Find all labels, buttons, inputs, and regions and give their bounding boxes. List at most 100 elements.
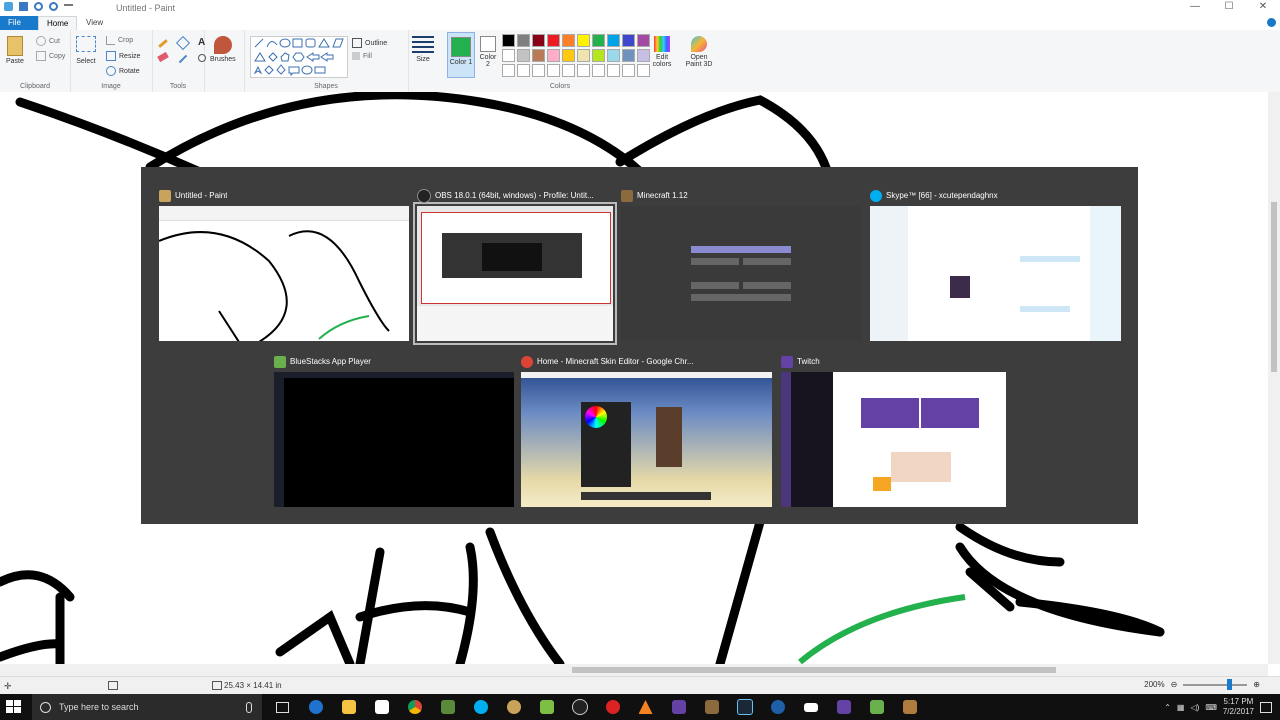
bluestacks-icon[interactable] bbox=[530, 694, 563, 720]
switcher-item-paint[interactable]: Untitled - Paint bbox=[159, 190, 409, 341]
minimize-button[interactable]: — bbox=[1178, 0, 1212, 16]
windows-start-icon[interactable] bbox=[6, 700, 22, 714]
palette-swatch[interactable] bbox=[502, 49, 515, 62]
minecraft-taskbar-icon[interactable] bbox=[893, 694, 926, 720]
brushes-button[interactable]: Brushes bbox=[210, 36, 236, 63]
palette-swatch[interactable] bbox=[547, 64, 560, 77]
palette-swatch[interactable] bbox=[532, 34, 545, 47]
color-picker-icon[interactable] bbox=[178, 54, 188, 64]
palette-swatch[interactable] bbox=[562, 64, 575, 77]
redo-icon[interactable] bbox=[49, 2, 58, 11]
palette-swatch[interactable] bbox=[607, 64, 620, 77]
vertical-scrollbar[interactable] bbox=[1268, 92, 1280, 664]
palette-swatch[interactable] bbox=[577, 34, 590, 47]
task-view-icon[interactable] bbox=[266, 694, 299, 720]
pencil-icon[interactable] bbox=[158, 39, 168, 48]
select-button[interactable]: Select bbox=[76, 36, 96, 65]
cut-button[interactable]: Cut bbox=[36, 36, 60, 46]
switcher-item-obs[interactable]: OBS 18.0.1 (64bit, windows) - Profile: U… bbox=[413, 189, 617, 345]
switcher-item-twitch[interactable]: Twitch bbox=[781, 356, 1006, 507]
twitch-app-taskbar-icon[interactable] bbox=[827, 694, 860, 720]
store-icon[interactable] bbox=[365, 694, 398, 720]
palette-swatch[interactable] bbox=[607, 49, 620, 62]
palette-swatch[interactable] bbox=[592, 34, 605, 47]
palette-swatch[interactable] bbox=[547, 49, 560, 62]
chrome-icon[interactable] bbox=[398, 694, 431, 720]
palette-swatch[interactable] bbox=[622, 64, 635, 77]
palette-swatch[interactable] bbox=[577, 49, 590, 62]
palette-swatch[interactable] bbox=[577, 64, 590, 77]
size-button[interactable]: Size bbox=[412, 36, 434, 63]
record-icon[interactable] bbox=[596, 694, 629, 720]
palette-swatch[interactable] bbox=[532, 49, 545, 62]
network-icon[interactable]: ▦ bbox=[1177, 703, 1185, 712]
paint-icon[interactable] bbox=[497, 694, 530, 720]
tab-home[interactable]: Home bbox=[38, 16, 78, 30]
palette-swatch[interactable] bbox=[622, 49, 635, 62]
eraser-icon[interactable] bbox=[157, 51, 169, 63]
zoom-slider[interactable] bbox=[1183, 678, 1248, 690]
palette-swatch[interactable] bbox=[502, 34, 515, 47]
tab-view[interactable]: View bbox=[78, 16, 111, 30]
palette-swatch[interactable] bbox=[637, 34, 650, 47]
help-icon[interactable] bbox=[1267, 18, 1276, 27]
minecraft-icon[interactable] bbox=[431, 694, 464, 720]
resize-button[interactable]: Resize bbox=[106, 51, 140, 61]
obs-icon[interactable] bbox=[563, 694, 596, 720]
switcher-item-skype[interactable]: Skype™ [66] - xcutependaghnx bbox=[870, 190, 1121, 341]
palette-swatch[interactable] bbox=[502, 64, 515, 77]
copy-button[interactable]: Copy bbox=[36, 51, 65, 61]
outline-dropdown[interactable]: Outline bbox=[352, 38, 387, 48]
tab-file[interactable]: File bbox=[0, 16, 38, 30]
clock[interactable]: 5:17 PM 7/2/2017 bbox=[1223, 697, 1254, 717]
maximize-button[interactable]: ☐ bbox=[1212, 0, 1246, 16]
palette-swatch[interactable] bbox=[562, 49, 575, 62]
palette-swatch[interactable] bbox=[622, 34, 635, 47]
switcher-item-chrome[interactable]: Home - Minecraft Skin Editor - Google Ch… bbox=[521, 356, 772, 507]
undo-icon[interactable] bbox=[34, 2, 43, 11]
palette-swatch[interactable] bbox=[547, 34, 560, 47]
palette-swatch[interactable] bbox=[592, 64, 605, 77]
color2-button[interactable]: Color 2 bbox=[477, 36, 499, 68]
palette-swatch[interactable] bbox=[592, 49, 605, 62]
edit-colors-button[interactable]: Edit colors bbox=[650, 36, 674, 68]
zoom-slider-thumb[interactable] bbox=[1227, 678, 1233, 690]
horizontal-scroll-thumb[interactable] bbox=[572, 667, 1056, 673]
steam-icon[interactable] bbox=[728, 694, 761, 720]
taskbar-search-box[interactable]: Type here to search bbox=[32, 694, 262, 720]
close-button[interactable]: ✕ bbox=[1246, 0, 1280, 16]
paste-button[interactable]: Paste bbox=[6, 36, 24, 65]
vlc-icon[interactable] bbox=[629, 694, 662, 720]
customize-toolbar-icon[interactable] bbox=[64, 4, 73, 9]
palette-swatch[interactable] bbox=[637, 64, 650, 77]
bluestacks-taskbar-icon[interactable] bbox=[860, 694, 893, 720]
palette-swatch[interactable] bbox=[532, 64, 545, 77]
crop-button[interactable]: Crop bbox=[106, 36, 133, 45]
input-language-icon[interactable]: ⌨ bbox=[1205, 703, 1217, 712]
palette-swatch[interactable] bbox=[517, 49, 530, 62]
palette-swatch[interactable] bbox=[562, 34, 575, 47]
skype-icon[interactable] bbox=[464, 694, 497, 720]
save-icon[interactable] bbox=[19, 2, 28, 11]
open-paint3d-button[interactable]: Open Paint 3D bbox=[684, 36, 714, 68]
shapes-gallery[interactable] bbox=[250, 36, 348, 78]
file-explorer-icon[interactable] bbox=[332, 694, 365, 720]
volume-icon[interactable]: ◁) bbox=[1190, 703, 1199, 712]
zoom-out-button[interactable]: ⊖ bbox=[1171, 680, 1178, 689]
microphone-icon[interactable] bbox=[246, 701, 252, 713]
horizontal-scrollbar[interactable] bbox=[0, 664, 1268, 676]
vertical-scroll-thumb[interactable] bbox=[1271, 202, 1277, 372]
mail-icon[interactable] bbox=[794, 694, 827, 720]
switcher-item-minecraft[interactable]: Minecraft 1.12 bbox=[621, 190, 861, 341]
fill-bucket-icon[interactable] bbox=[175, 35, 191, 51]
color1-button[interactable]: Color 1 bbox=[447, 32, 475, 78]
switcher-item-bluestacks[interactable]: BlueStacks App Player bbox=[274, 356, 514, 507]
minecraft-launcher-icon[interactable] bbox=[695, 694, 728, 720]
palette-swatch[interactable] bbox=[607, 34, 620, 47]
palette-swatch[interactable] bbox=[517, 34, 530, 47]
fill-dropdown[interactable]: Fill bbox=[352, 52, 372, 60]
show-hidden-icons-icon[interactable]: ⌃ bbox=[1164, 703, 1171, 712]
action-center-icon[interactable] bbox=[1260, 701, 1272, 713]
palette-swatch[interactable] bbox=[637, 49, 650, 62]
edge-icon[interactable] bbox=[299, 694, 332, 720]
